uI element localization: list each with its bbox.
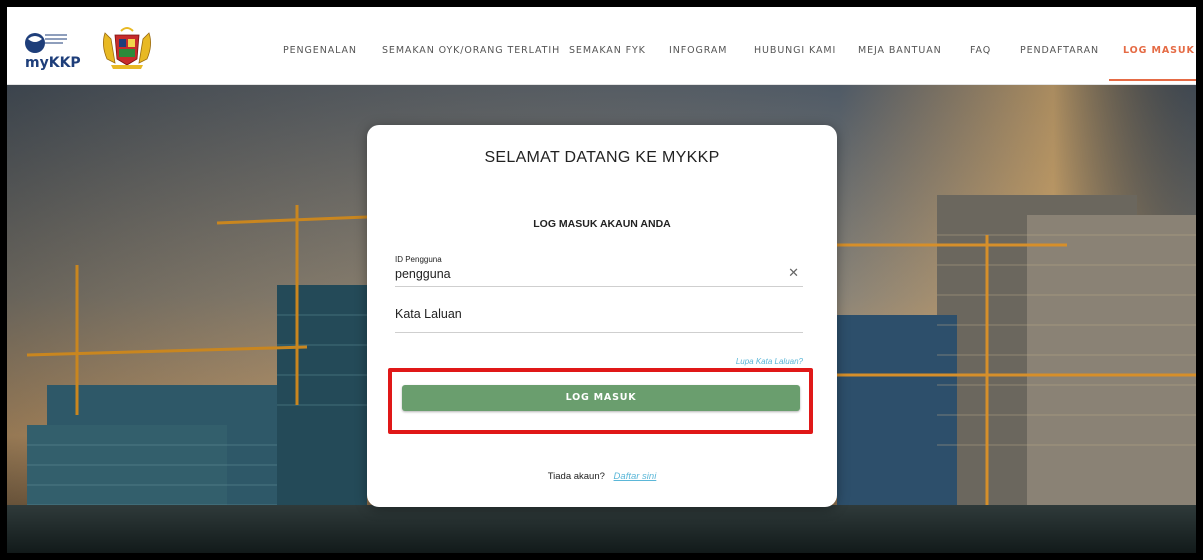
login-subtitle: LOG MASUK AKAUN ANDA <box>533 218 671 230</box>
nav-pengenalan[interactable]: PENGENALAN <box>283 45 357 56</box>
login-button[interactable]: LOG MASUK <box>402 385 800 411</box>
nav-semakan-fyk[interactable]: SEMAKAN FYK <box>569 45 646 56</box>
userid-input[interactable]: pengguna <box>395 267 451 281</box>
nav-faq[interactable]: FAQ <box>970 45 991 56</box>
main-nav: PENGENALAN SEMAKAN OYK/ORANG TERLATIH SE… <box>7 7 1196 85</box>
site-header: myKKP PENGENALAN SEMAKAN OYK/ORANG TERLA… <box>7 7 1196 85</box>
nav-semakan-oyk[interactable]: SEMAKAN OYK/ORANG TERLATIH <box>382 45 560 56</box>
userid-label: ID Pengguna <box>395 255 442 264</box>
nav-meja-bantuan[interactable]: MEJA BANTUAN <box>858 45 942 56</box>
password-input[interactable]: Kata Laluan <box>395 307 462 321</box>
password-field[interactable]: Kata Laluan <box>395 297 803 333</box>
nav-log-masuk[interactable]: LOG MASUK <box>1123 45 1195 56</box>
no-account-text: Tiada akaun? <box>547 471 605 482</box>
login-card: SELAMAT DATANG KE MYKKP LOG MASUK AKAUN … <box>367 125 837 507</box>
forgot-password-link[interactable]: Lupa Kata Laluan? <box>736 357 803 366</box>
nav-hubungi-kami[interactable]: HUBUNGI KAMI <box>754 45 836 56</box>
nav-infogram[interactable]: INFOGRAM <box>669 45 727 56</box>
signup-link[interactable]: Daftar sini <box>614 471 657 482</box>
clear-icon[interactable]: ✕ <box>788 265 799 281</box>
active-nav-indicator <box>1109 79 1196 81</box>
welcome-title: SELAMAT DATANG KE MYKKP <box>484 149 720 166</box>
signup-prompt: Tiada akaun? Daftar sini <box>367 471 837 482</box>
nav-pendaftaran[interactable]: PENDAFTARAN <box>1020 45 1099 56</box>
userid-field[interactable]: ID Pengguna pengguna ✕ <box>395 253 803 287</box>
browser-viewport: myKKP PENGENALAN SEMAKAN OYK/ORANG TERLA… <box>7 7 1196 553</box>
